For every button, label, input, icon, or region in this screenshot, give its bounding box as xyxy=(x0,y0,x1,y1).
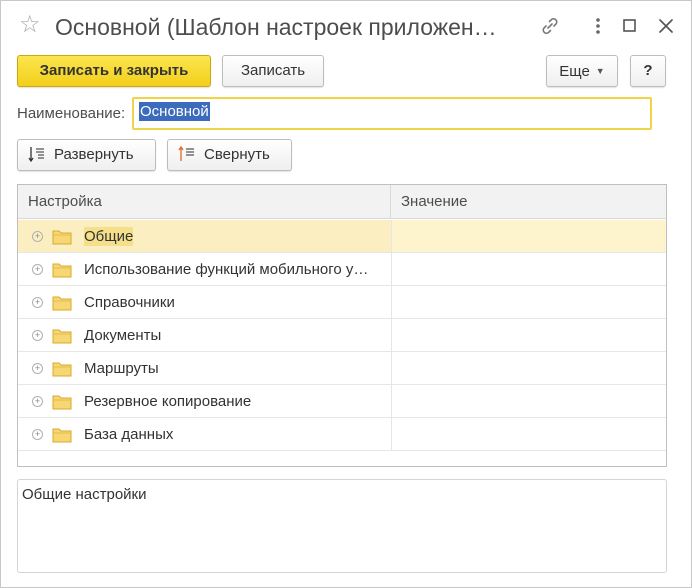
tree-row[interactable]: + Документы xyxy=(18,319,666,352)
tree-row-value[interactable] xyxy=(391,385,666,417)
tree-row[interactable]: + Резервное копирование xyxy=(18,385,666,418)
folder-icon xyxy=(52,428,72,443)
expand-node-icon[interactable]: + xyxy=(32,231,43,242)
name-input-value: Основной xyxy=(139,102,210,121)
expand-label: Развернуть xyxy=(54,146,134,163)
expand-icon xyxy=(28,147,44,162)
help-button[interactable]: ? xyxy=(630,55,666,87)
tree-rows: + Общие + Использование функций мобильно… xyxy=(18,220,666,451)
expand-node-icon[interactable]: + xyxy=(32,264,43,275)
name-label: Наименование: xyxy=(17,105,126,122)
folder-icon xyxy=(52,230,72,245)
tree-row[interactable]: + Использование функций мобильного у… xyxy=(18,253,666,286)
expand-node-icon[interactable]: + xyxy=(32,396,43,407)
description-text: Общие настройки xyxy=(22,486,147,503)
collapse-button[interactable]: Свернуть xyxy=(167,139,292,171)
collapse-label: Свернуть xyxy=(204,146,270,163)
link-icon[interactable] xyxy=(539,15,561,37)
window-title: Основной (Шаблон настроек приложен… xyxy=(55,14,497,40)
tree-row-label: Общие xyxy=(84,227,134,246)
tree-row-label: Использование функций мобильного у… xyxy=(84,261,369,278)
more-vertical-icon[interactable] xyxy=(587,15,609,37)
tree-row-label: Резервное копирование xyxy=(84,393,252,410)
settings-template-window: ☆ Основной (Шаблон настроек приложен… За… xyxy=(0,0,692,588)
tree-row-value[interactable] xyxy=(391,286,666,318)
folder-icon xyxy=(52,329,72,344)
tree-row-label: Документы xyxy=(84,327,162,344)
tree-row[interactable]: + Общие xyxy=(18,220,666,253)
maximize-icon[interactable] xyxy=(619,15,641,37)
folder-icon xyxy=(52,362,72,377)
tree-header: Настройка Значение xyxy=(18,185,666,219)
tree-row-label: Справочники xyxy=(84,294,175,311)
expand-node-icon[interactable]: + xyxy=(32,330,43,341)
save-button[interactable]: Записать xyxy=(222,55,324,87)
tree-row-value[interactable] xyxy=(391,418,666,450)
folder-icon xyxy=(52,395,72,410)
title-bar: ☆ Основной (Шаблон настроек приложен… xyxy=(1,1,691,53)
tree-row-value[interactable] xyxy=(391,352,666,384)
close-icon[interactable] xyxy=(655,15,677,37)
settings-tree[interactable]: Настройка Значение + Общие + Использован… xyxy=(17,184,667,467)
tree-row-value[interactable] xyxy=(391,319,666,351)
more-button[interactable]: Еще ▼ xyxy=(546,55,618,87)
more-button-label: Еще xyxy=(559,63,590,80)
tree-row[interactable]: + Справочники xyxy=(18,286,666,319)
tree-row-label: База данных xyxy=(84,426,174,443)
collapse-icon xyxy=(178,146,194,161)
description-field[interactable]: Общие настройки xyxy=(17,479,667,573)
save-and-close-button[interactable]: Записать и закрыть xyxy=(17,55,211,87)
star-icon[interactable]: ☆ xyxy=(19,12,45,38)
folder-icon xyxy=(52,263,72,278)
expand-node-icon[interactable]: + xyxy=(32,297,43,308)
caret-down-icon: ▼ xyxy=(595,66,605,76)
tree-row-value[interactable] xyxy=(391,253,666,285)
tree-row-label: Маршруты xyxy=(84,360,159,377)
tree-row[interactable]: + База данных xyxy=(18,418,666,451)
name-input[interactable]: Основной xyxy=(132,97,652,130)
tree-row[interactable]: + Маршруты xyxy=(18,352,666,385)
column-header-value[interactable]: Значение xyxy=(391,185,666,219)
folder-icon xyxy=(52,296,72,311)
expand-node-icon[interactable]: + xyxy=(32,363,43,374)
expand-button[interactable]: Развернуть xyxy=(17,139,156,171)
column-header-setting[interactable]: Настройка xyxy=(18,185,391,219)
tree-row-value[interactable] xyxy=(391,220,666,252)
expand-node-icon[interactable]: + xyxy=(32,429,43,440)
